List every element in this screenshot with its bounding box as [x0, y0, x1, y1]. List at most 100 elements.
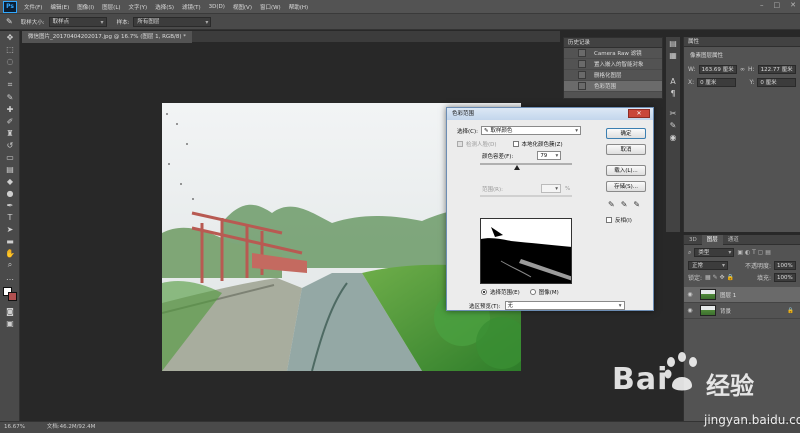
link-icon[interactable]: ∞ [740, 66, 745, 73]
pen-tool-icon[interactable]: ✒ [0, 199, 20, 211]
zoom-tool-icon[interactable]: ⌕ [0, 259, 20, 271]
menu-select[interactable]: 选择(S) [151, 3, 178, 11]
dialog-close-button[interactable]: ✕ [628, 109, 650, 118]
fuzziness-slider-handle[interactable] [513, 165, 520, 170]
invert-checkbox[interactable] [606, 217, 612, 223]
menu-layer[interactable]: 图层(L) [98, 3, 124, 11]
close-window-button[interactable]: ✕ [790, 1, 796, 9]
zoom-level[interactable]: 16.67% [4, 424, 25, 430]
brush-tool-icon[interactable]: ✐ [0, 115, 20, 127]
eyedropper-minus-icon[interactable]: ✎ [633, 200, 640, 209]
y-input[interactable]: 0 厘米 [757, 78, 796, 87]
layer-row[interactable]: ◉ 背景 🔒 [684, 303, 800, 319]
layer-name[interactable]: 背景 [720, 307, 731, 315]
fuzziness-input[interactable]: 79 [537, 151, 562, 160]
blend-mode-dropdown[interactable]: 正常 [688, 261, 728, 270]
range-input[interactable] [540, 184, 561, 193]
healing-tool-icon[interactable]: ✚ [0, 103, 20, 115]
fuzziness-slider-track[interactable] [480, 163, 572, 165]
history-item-selected[interactable]: 色彩范围 [564, 81, 662, 92]
menu-edit[interactable]: 编辑(E) [46, 3, 73, 11]
select-dropdown[interactable]: ✎ 取样颜色 [481, 126, 581, 135]
history-item[interactable]: Camera Raw 滤镜 [564, 48, 662, 59]
ok-button[interactable]: 确定 [606, 128, 646, 139]
menu-type[interactable]: 文字(Y) [125, 3, 152, 11]
history-panel-icon[interactable]: ▤ [666, 37, 680, 49]
history-panel-title[interactable]: 历史记录 [564, 38, 662, 48]
menu-image[interactable]: 图像(I) [73, 3, 98, 11]
eyedropper-plus-icon[interactable]: ✎ [621, 200, 628, 209]
select-label: 选择(C): [457, 128, 478, 135]
character-panel-icon[interactable]: A [666, 75, 680, 87]
screen-mode-icon[interactable]: ▣ [0, 317, 20, 329]
eraser-tool-icon[interactable]: ▭ [0, 151, 20, 163]
sample-dropdown[interactable]: 所有图层 [133, 16, 212, 27]
history-item[interactable]: 删格化图层 [564, 70, 662, 81]
menu-3d[interactable]: 3D(D) [205, 4, 229, 10]
quick-mask-icon[interactable]: ◙ [0, 305, 20, 317]
dialog-title-bar[interactable]: 色彩范围 ✕ [447, 108, 653, 120]
x-input[interactable]: 0 厘米 [697, 78, 736, 87]
history-item[interactable]: 置入嵌入的智能对象 [564, 59, 662, 70]
document-tab[interactable]: 微信图片_20170404202017.jpg @ 16.7% (图层 1, R… [22, 31, 192, 43]
color-swatches-icon[interactable] [0, 283, 20, 305]
more-tools-icon[interactable]: … [0, 271, 20, 283]
gradient-tool-icon[interactable]: ▤ [0, 163, 20, 175]
properties-subtitle: 像素图层属性 [690, 53, 724, 59]
minimize-button[interactable]: – [760, 1, 764, 9]
image-radio[interactable] [529, 289, 536, 295]
height-input[interactable]: 122.77 厘米 [757, 65, 796, 74]
menu-window[interactable]: 窗口(W) [256, 3, 285, 11]
paragraph-panel-icon[interactable]: ¶ [666, 87, 680, 99]
move-tool-icon[interactable]: ✥ [0, 31, 20, 43]
brush-panel-icon[interactable]: ✎ [666, 119, 680, 131]
crop-tool-icon[interactable]: ⌗ [0, 79, 20, 91]
tab-3d[interactable]: 3D [684, 235, 702, 245]
eyedropper-icon[interactable]: ✎ [608, 200, 615, 209]
tab-channels[interactable]: 通道 [723, 235, 744, 245]
menu-view[interactable]: 视图(V) [229, 3, 256, 11]
clone-source-icon[interactable]: ◉ [666, 131, 680, 143]
tab-layers[interactable]: 图层 [701, 235, 723, 245]
fill-input[interactable]: 100% [774, 273, 796, 282]
save-button[interactable]: 存储(S)... [606, 181, 646, 192]
layer-kind-filter[interactable]: 类型 [694, 248, 735, 257]
lasso-tool-icon[interactable]: ◌ [0, 55, 20, 67]
marquee-tool-icon[interactable]: ⬚ [0, 43, 20, 55]
blur-tool-icon[interactable]: ◆ [0, 175, 20, 187]
filter-icons[interactable]: ▣ ◐ T ▢ ▤ [737, 249, 771, 256]
history-brush-icon[interactable]: ↺ [0, 139, 20, 151]
document-info[interactable]: 文档:46.2M/92.4M [47, 424, 96, 430]
type-tool-icon[interactable]: T [0, 211, 20, 223]
visibility-eye-icon[interactable]: ◉ [684, 291, 696, 298]
width-input[interactable]: 163.69 厘米 [698, 65, 738, 74]
hand-tool-icon[interactable]: ✋ [0, 247, 20, 259]
selection-preview-dropdown[interactable]: 无 [504, 301, 625, 310]
stamp-tool-icon[interactable]: ♜ [0, 127, 20, 139]
layer-name[interactable]: 图层 1 [720, 291, 736, 299]
menu-file[interactable]: 文件(F) [20, 3, 46, 11]
localized-clusters-checkbox[interactable] [512, 141, 519, 147]
properties-panel-title[interactable]: 属性 [684, 37, 800, 47]
dodge-tool-icon[interactable]: ● [0, 187, 20, 199]
tool-presets-icon[interactable]: ✂ [666, 107, 680, 119]
eyedropper-tool-icon[interactable]: ✎ [0, 91, 20, 103]
eyedropper-tool-icon[interactable]: ✎ [6, 17, 13, 26]
detect-faces-checkbox[interactable] [457, 141, 463, 147]
menu-help[interactable]: 帮助(H) [285, 3, 312, 11]
path-select-tool-icon[interactable]: ➤ [0, 223, 20, 235]
selection-radio[interactable] [481, 289, 487, 295]
opacity-input[interactable]: 100% [774, 261, 796, 270]
properties-panel-icon[interactable]: ▦ [666, 49, 680, 61]
menu-filter[interactable]: 滤镜(T) [178, 3, 205, 11]
history-item-label: 色彩范围 [594, 84, 617, 90]
lock-icons[interactable]: ▦ ✎ ✥ 🔒 [705, 274, 734, 281]
visibility-eye-icon[interactable]: ◉ [684, 307, 696, 314]
layer-row[interactable]: ◉ 图层 1 [684, 287, 800, 303]
quick-select-tool-icon[interactable]: ⌖ [0, 67, 20, 79]
cancel-button[interactable]: 取消 [606, 144, 646, 155]
maximize-button[interactable]: □ [774, 1, 781, 9]
sample-size-dropdown[interactable]: 取样点 [48, 16, 107, 27]
load-button[interactable]: 载入(L)... [606, 165, 646, 176]
shape-tool-icon[interactable]: ▬ [0, 235, 20, 247]
